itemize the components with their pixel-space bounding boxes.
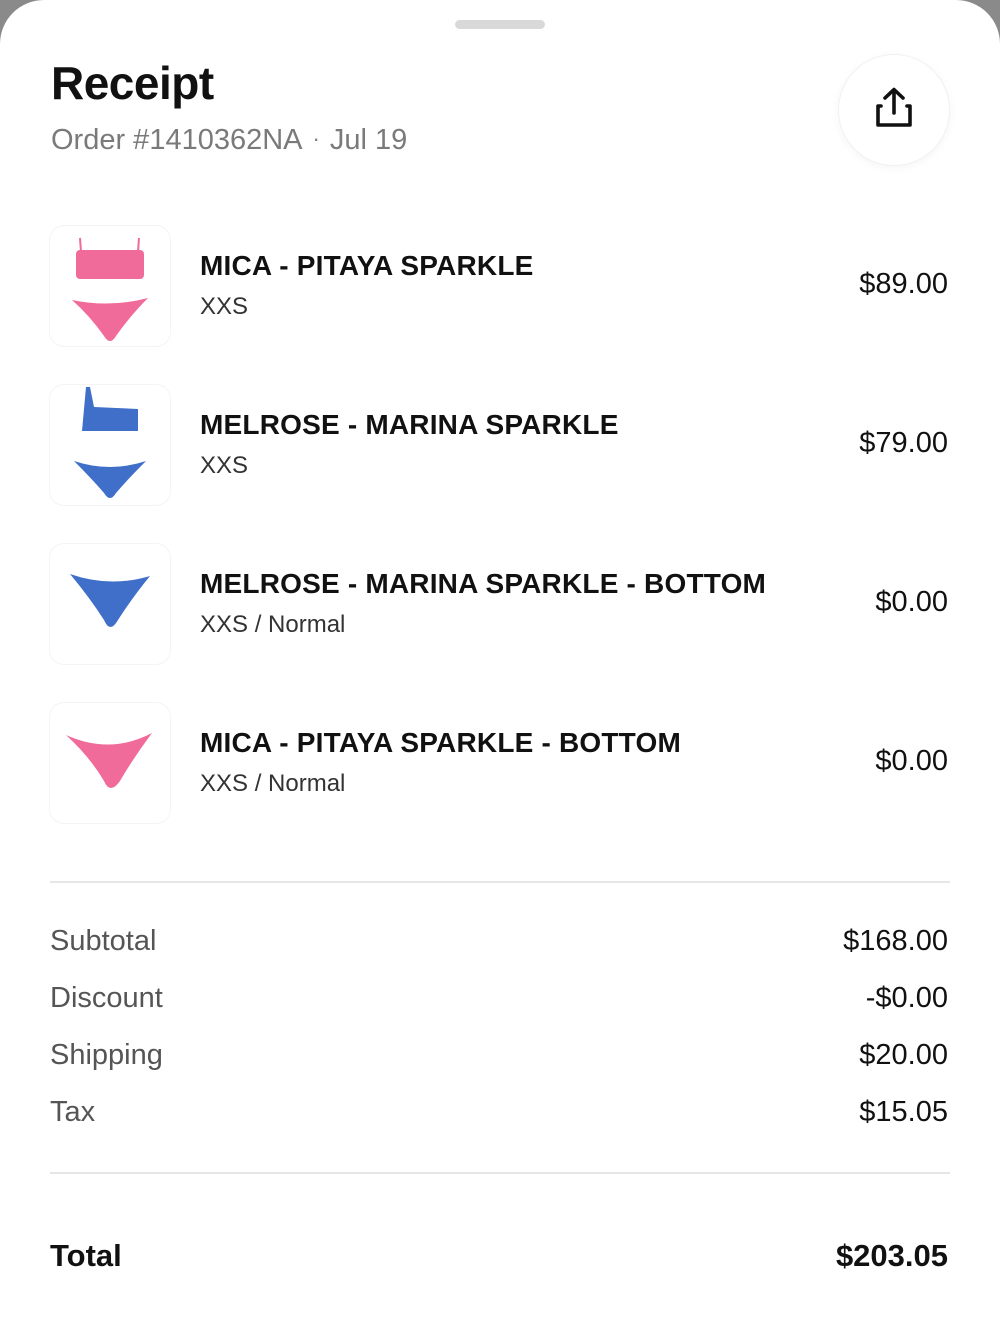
- total-value: $203.05: [835, 1238, 948, 1273]
- discount-row: Discount -$0.00: [50, 982, 948, 1022]
- item-name: MICA - PITAYA SPARKLE - BOTTOM: [200, 727, 681, 758]
- tax-label: Tax: [50, 1096, 96, 1128]
- shipping-row: Shipping $20.00: [50, 1039, 948, 1079]
- tax-value: $15.05: [859, 1096, 948, 1128]
- line-item[interactable]: MICA - PITAYA SPARKLE XXS $89.00: [50, 226, 950, 346]
- item-name: MICA - PITAYA SPARKLE: [200, 250, 534, 281]
- item-variant: XXS: [200, 293, 249, 320]
- meta-separator: ·: [312, 126, 320, 151]
- total-label: Total: [50, 1238, 122, 1273]
- subtotal-value: $168.00: [843, 925, 948, 957]
- shipping-label: Shipping: [50, 1039, 163, 1071]
- line-item[interactable]: MELROSE - MARINA SPARKLE XXS $79.00: [50, 385, 950, 505]
- item-variant: XXS / Normal: [200, 611, 346, 638]
- total-divider: [50, 1172, 950, 1174]
- item-variant: XXS / Normal: [200, 770, 346, 797]
- item-name: MELROSE - MARINA SPARKLE: [200, 409, 619, 440]
- line-item[interactable]: MELROSE - MARINA SPARKLE - BOTTOM XXS / …: [50, 544, 950, 664]
- product-thumbnail-pink-bikini-bottom: [50, 703, 170, 823]
- item-price: $89.00: [859, 268, 948, 300]
- discount-label: Discount: [50, 982, 163, 1014]
- subtotal-label: Subtotal: [50, 925, 157, 957]
- tax-row: Tax $15.05: [50, 1096, 948, 1136]
- share-button[interactable]: [839, 55, 949, 165]
- discount-value: -$0.00: [865, 982, 948, 1014]
- total-row: Total $203.05: [50, 1238, 948, 1282]
- order-meta: Order #1410362NA · Jul 19: [51, 124, 407, 157]
- receipt-sheet: Receipt Order #1410362NA · Jul 19 MICA - P…: [0, 0, 1000, 1333]
- product-thumbnail-blue-bikini-set: [50, 385, 170, 505]
- item-price: $0.00: [875, 586, 948, 618]
- item-price: $0.00: [875, 745, 948, 777]
- product-thumbnail-blue-bikini-bottom: [50, 544, 170, 664]
- line-item[interactable]: MICA - PITAYA SPARKLE - BOTTOM XXS / Nor…: [50, 703, 950, 823]
- share-upload-icon: [872, 86, 916, 135]
- order-date: Jul 19: [329, 124, 408, 156]
- item-price: $79.00: [859, 427, 948, 459]
- shipping-value: $20.00: [859, 1039, 948, 1071]
- product-thumbnail-pink-bikini-set: [50, 226, 170, 346]
- summary-divider: [50, 881, 950, 883]
- item-name: MELROSE - MARINA SPARKLE - BOTTOM: [200, 568, 767, 599]
- item-variant: XXS: [200, 452, 249, 479]
- page-title: Receipt: [51, 57, 214, 109]
- order-number: Order #1410362NA: [51, 124, 303, 156]
- subtotal-row: Subtotal $168.00: [50, 925, 948, 965]
- sheet-grabber-handle[interactable]: [455, 20, 545, 29]
